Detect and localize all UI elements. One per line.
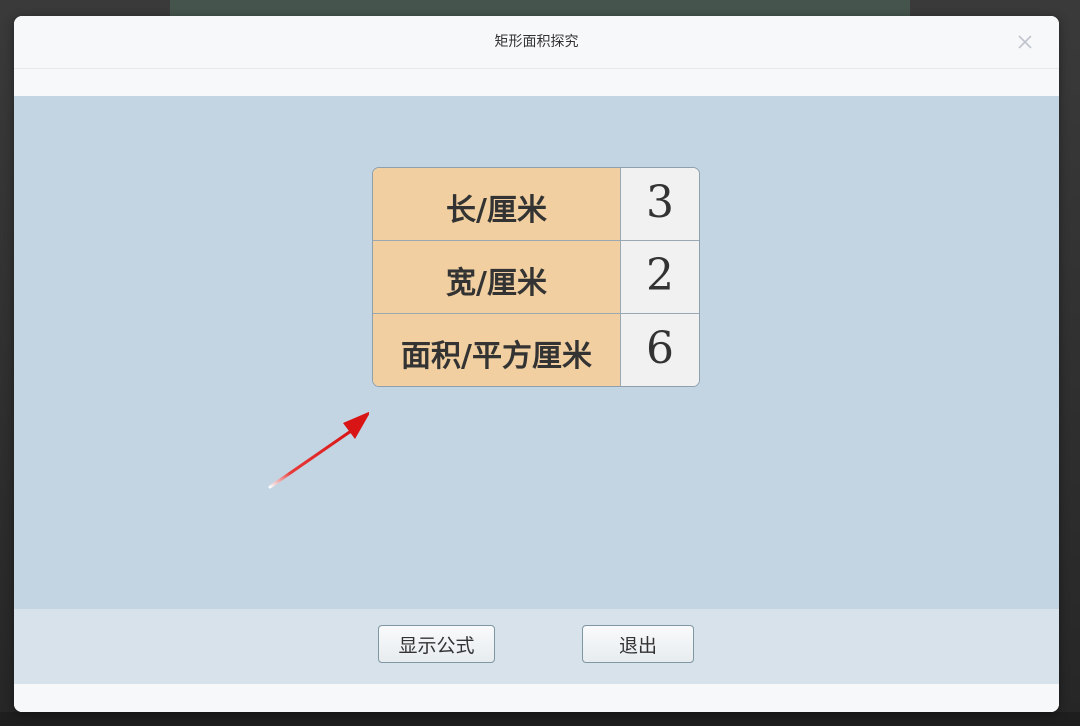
close-icon — [1018, 35, 1032, 49]
header-strip — [14, 69, 1059, 96]
row-label: 长/厘米 — [373, 168, 620, 240]
exploration-canvas: 长/厘米 3 宽/厘米 2 面积/平方厘米 6 — [14, 96, 1059, 609]
dialog-title: 矩形面积探究 — [494, 34, 579, 50]
row-label: 宽/厘米 — [373, 241, 620, 313]
table-row: 长/厘米 3 — [373, 168, 699, 240]
dialog-footer — [14, 609, 1059, 684]
row-label: 面积/平方厘米 — [373, 314, 620, 386]
table-row: 宽/厘米 2 — [373, 241, 699, 313]
row-value: 6 — [621, 314, 699, 386]
column-divider — [620, 168, 621, 386]
pointer-arrow-icon — [268, 411, 369, 489]
underlying-app-peek — [170, 0, 910, 16]
close-button[interactable] — [1015, 32, 1035, 52]
dialog-bottom-strip — [14, 684, 1059, 712]
table-row: 面积/平方厘米 6 — [373, 314, 699, 386]
row-value: 3 — [621, 168, 699, 240]
underlying-app-bottom — [0, 712, 1080, 726]
exit-button[interactable]: 退出 — [582, 625, 694, 663]
row-value: 2 — [621, 241, 699, 313]
show-formula-button[interactable]: 显示公式 — [378, 625, 495, 663]
area-table: 长/厘米 3 宽/厘米 2 面积/平方厘米 6 — [372, 167, 700, 387]
rectangle-area-dialog: 矩形面积探究 长/厘米 3 宽/厘米 2 面积/平方厘米 6 显示公式 退出 — [14, 16, 1059, 712]
